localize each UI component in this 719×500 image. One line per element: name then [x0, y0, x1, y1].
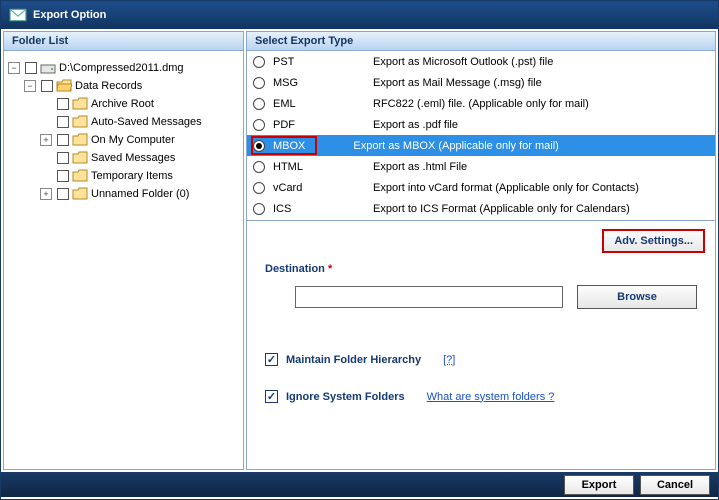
export-type-desc: Export as Mail Message (.msg) file — [373, 77, 709, 89]
export-type-row[interactable]: PDF Export as .pdf file — [247, 114, 715, 135]
radio-button[interactable] — [253, 140, 265, 152]
tree-checkbox[interactable] — [25, 62, 37, 74]
export-type-row[interactable]: MSG Export as Mail Message (.msg) file — [247, 72, 715, 93]
radio-button[interactable] — [253, 161, 265, 173]
folder-icon — [72, 187, 88, 201]
export-type-desc: RFC822 (.eml) file. (Applicable only for… — [373, 98, 709, 110]
export-type-desc: Export as .pdf file — [373, 119, 709, 131]
radio-button[interactable] — [253, 98, 265, 110]
tree-label: Archive Root — [91, 98, 154, 110]
tree-item[interactable]: − Data Records — [8, 77, 239, 95]
export-type-label: MBOX — [273, 140, 311, 152]
tree-root[interactable]: − D:\Compressed2011.dmg — [8, 59, 239, 77]
tree-label: Temporary Items — [91, 170, 173, 182]
export-type-desc: Export as Microsoft Outlook (.pst) file — [373, 56, 709, 68]
export-type-row[interactable]: MBOX Export as MBOX (Applicable only for… — [247, 135, 715, 156]
export-type-list: PST Export as Microsoft Outlook (.pst) f… — [246, 51, 716, 221]
tree-label: Unnamed Folder (0) — [91, 188, 189, 200]
tree-label: Saved Messages — [91, 152, 175, 164]
tree-checkbox[interactable] — [57, 134, 69, 146]
tree-checkbox[interactable] — [57, 170, 69, 182]
tree-label: Auto-Saved Messages — [91, 116, 202, 128]
export-type-label: MSG — [273, 77, 373, 89]
folder-tree: − D:\Compressed2011.dmg − Data Records A… — [3, 51, 244, 470]
radio-button[interactable] — [253, 203, 265, 215]
export-type-label: HTML — [273, 161, 373, 173]
footer: Export Cancel — [1, 472, 718, 497]
folder-icon — [72, 151, 88, 165]
export-button[interactable]: Export — [564, 475, 634, 495]
folder-icon — [72, 133, 88, 147]
folder-icon — [56, 79, 72, 93]
cancel-button[interactable]: Cancel — [640, 475, 710, 495]
tree-label: D:\Compressed2011.dmg — [59, 62, 184, 74]
folder-icon — [72, 169, 88, 183]
tree-label: Data Records — [75, 80, 142, 92]
tree-label: On My Computer — [91, 134, 175, 146]
destination-input[interactable] — [295, 286, 563, 308]
browse-button[interactable]: Browse — [577, 285, 697, 309]
folder-list-header: Folder List — [3, 31, 244, 51]
toggle-icon[interactable]: − — [24, 80, 36, 92]
export-type-label: PST — [273, 56, 373, 68]
radio-button[interactable] — [253, 56, 265, 68]
export-type-desc: Export as .html File — [373, 161, 709, 173]
export-type-desc: Export into vCard format (Applicable onl… — [373, 182, 709, 194]
tree-item[interactable]: + On My Computer — [8, 131, 239, 149]
tree-checkbox[interactable] — [57, 152, 69, 164]
tree-item[interactable]: Temporary Items — [8, 167, 239, 185]
tree-checkbox[interactable] — [57, 188, 69, 200]
export-type-row[interactable]: ICS Export to ICS Format (Applicable onl… — [247, 198, 715, 219]
radio-button[interactable] — [253, 119, 265, 131]
radio-button[interactable] — [253, 182, 265, 194]
collapse-icon[interactable]: − — [8, 62, 20, 74]
tree-checkbox[interactable] — [57, 116, 69, 128]
toggle-icon[interactable]: + — [40, 134, 52, 146]
system-folders-link[interactable]: What are system folders ? — [427, 391, 555, 403]
tree-checkbox[interactable] — [41, 80, 53, 92]
maintain-hierarchy-checkbox[interactable]: ✓ — [265, 353, 278, 366]
export-type-label: PDF — [273, 119, 373, 131]
ignore-system-checkbox[interactable]: ✓ — [265, 390, 278, 403]
export-type-label: vCard — [273, 182, 373, 194]
export-type-header: Select Export Type — [246, 31, 716, 51]
export-type-label: EML — [273, 98, 373, 110]
export-type-row[interactable]: HTML Export as .html File — [247, 156, 715, 177]
export-type-row[interactable]: PST Export as Microsoft Outlook (.pst) f… — [247, 51, 715, 72]
title-bar: Export Option — [1, 1, 718, 29]
tree-checkbox[interactable] — [57, 98, 69, 110]
adv-settings-button[interactable]: Adv. Settings... — [602, 229, 705, 253]
tree-item[interactable]: Archive Root — [8, 95, 239, 113]
window-title: Export Option — [33, 9, 106, 21]
maintain-hierarchy-label: Maintain Folder Hierarchy — [286, 354, 421, 366]
destination-label: Destination * — [265, 263, 697, 275]
app-icon — [9, 6, 27, 24]
folder-icon — [72, 97, 88, 111]
ignore-system-label: Ignore System Folders — [286, 391, 405, 403]
tree-item[interactable]: Auto-Saved Messages — [8, 113, 239, 131]
help-link[interactable]: [?] — [443, 354, 455, 366]
toggle-icon[interactable]: + — [40, 188, 52, 200]
export-type-label: ICS — [273, 203, 373, 215]
export-type-row[interactable]: EML RFC822 (.eml) file. (Applicable only… — [247, 93, 715, 114]
drive-icon — [40, 61, 56, 75]
export-type-row[interactable]: vCard Export into vCard format (Applicab… — [247, 177, 715, 198]
tree-item[interactable]: + Unnamed Folder (0) — [8, 185, 239, 203]
tree-item[interactable]: Saved Messages — [8, 149, 239, 167]
radio-button[interactable] — [253, 77, 265, 89]
folder-icon — [72, 115, 88, 129]
export-type-desc: Export as MBOX (Applicable only for mail… — [353, 140, 709, 152]
export-type-desc: Export to ICS Format (Applicable only fo… — [373, 203, 709, 215]
